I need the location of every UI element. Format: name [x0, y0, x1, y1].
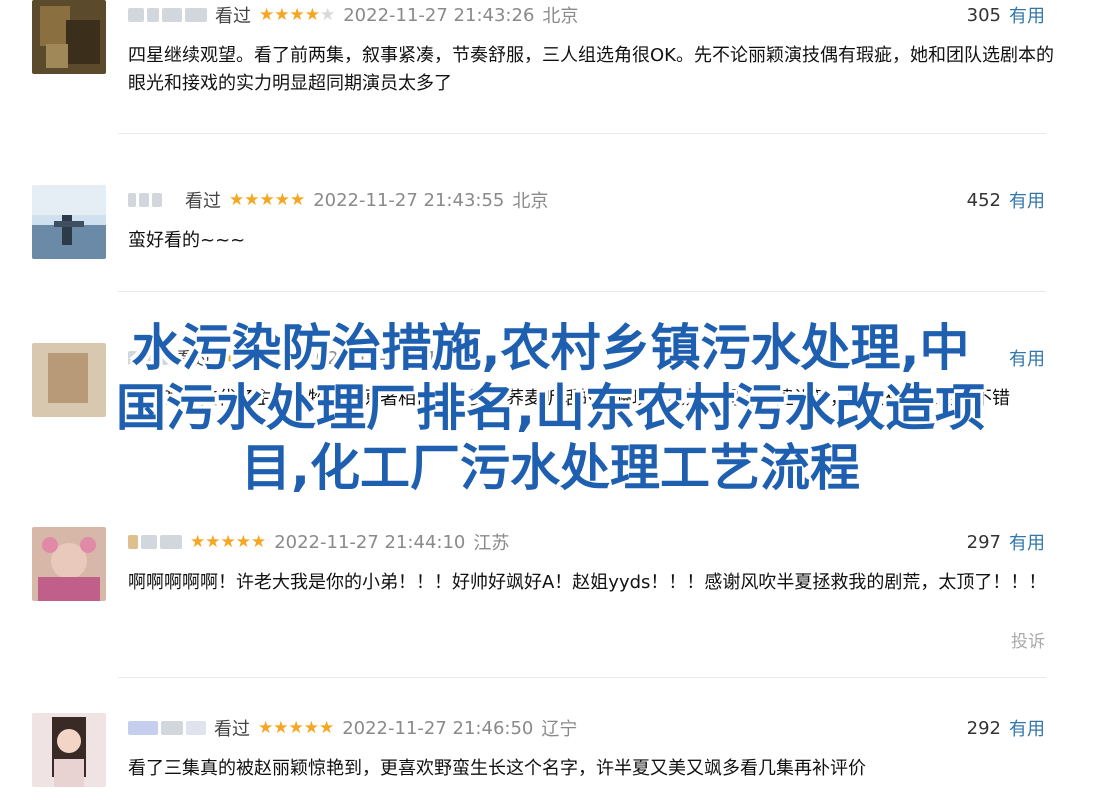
- review-meta: 看过 ★★★★★ 2022-11-27 21:43:55 北京: [128, 185, 548, 215]
- divider: [118, 677, 1046, 678]
- review-text: 四星继续观望。看了前两集，叙事紧凑，节奏舒服，三人组选角很OK。先不论丽颖演技偶…: [128, 45, 1054, 94]
- vote-count: 292: [966, 717, 1001, 739]
- useful-button[interactable]: 有用: [1009, 2, 1045, 28]
- review-text: 蛮好看的~~~: [128, 230, 246, 251]
- username-blurred[interactable]: [128, 8, 207, 22]
- divider: [118, 133, 1046, 134]
- useful-button[interactable]: 有用: [1009, 715, 1045, 741]
- review-text: 看了三集真的被赵丽颖惊艳到，更喜欢野蛮生长这个名字，许半夏又美又飒多看几集再补评…: [128, 758, 866, 779]
- watched-status: 看过: [185, 191, 221, 212]
- watched-status: 看过: [214, 719, 250, 740]
- review-location: 北京: [512, 191, 549, 212]
- overlay-line-3: 目,化工厂污水处理工艺流程: [241, 439, 860, 497]
- review-location: 辽宁: [541, 719, 578, 740]
- vote-area: 297 有用: [967, 527, 1045, 557]
- useful-button[interactable]: 有用: [1009, 187, 1045, 213]
- review-meta: 看过 ★★★★★ 2022-11-27 21:43:26 北京: [128, 0, 578, 30]
- avatar[interactable]: [32, 0, 106, 74]
- watched-status: 看过: [215, 6, 251, 27]
- review-location: 北京: [542, 6, 579, 27]
- review-meta: ★★★★★ 2022-11-27 21:44:10 江苏: [128, 527, 509, 557]
- username-blurred[interactable]: [128, 721, 206, 735]
- review-time: 2022-11-27 21:44:10: [274, 531, 466, 553]
- rating-stars: ★★★★★: [229, 190, 306, 210]
- review-text: 啊啊啊啊啊！许老大我是你的小弟！！！好帅好飒好A！赵姐yyds！！！感谢风吹半夏…: [128, 572, 1047, 593]
- overlay-line-2: 国污水处理厂排名,山东农村污水改造项: [116, 379, 985, 437]
- avatar[interactable]: [32, 713, 106, 787]
- rating-stars: ★★★★★: [190, 532, 267, 552]
- vote-area: 305 有用: [967, 0, 1045, 30]
- rating-stars: ★★★★★: [258, 718, 335, 738]
- avatar[interactable]: [32, 185, 106, 259]
- vote-count: 452: [966, 189, 1001, 211]
- divider: [118, 291, 1046, 292]
- username-blurred[interactable]: [128, 535, 182, 549]
- review-meta: 看过 ★★★★★ 2022-11-27 21:46:50 辽宁: [128, 713, 577, 743]
- overlay-title: 水污染防治措施,农村乡镇污水处理,中 国污水处理厂排名,山东农村污水改造项 目,…: [0, 318, 1101, 498]
- vote-area: 452 有用: [967, 185, 1045, 215]
- username-blurred[interactable]: [128, 193, 177, 207]
- vote-count: 297: [966, 531, 1001, 553]
- review-time: 2022-11-27 21:46:50: [342, 717, 534, 739]
- avatar[interactable]: [32, 527, 106, 601]
- review-location: 江苏: [473, 533, 510, 554]
- rating-stars: ★★★★★: [259, 5, 336, 25]
- overlay-line-1: 水污染防治措施,农村乡镇污水处理,中: [131, 319, 970, 377]
- report-link[interactable]: 投诉: [1011, 627, 1045, 652]
- review-time: 2022-11-27 21:43:55: [313, 189, 505, 211]
- vote-count: 305: [966, 4, 1001, 26]
- useful-button[interactable]: 有用: [1009, 529, 1045, 555]
- review-time: 2022-11-27 21:43:26: [343, 4, 535, 26]
- vote-area: 292 有用: [967, 713, 1045, 743]
